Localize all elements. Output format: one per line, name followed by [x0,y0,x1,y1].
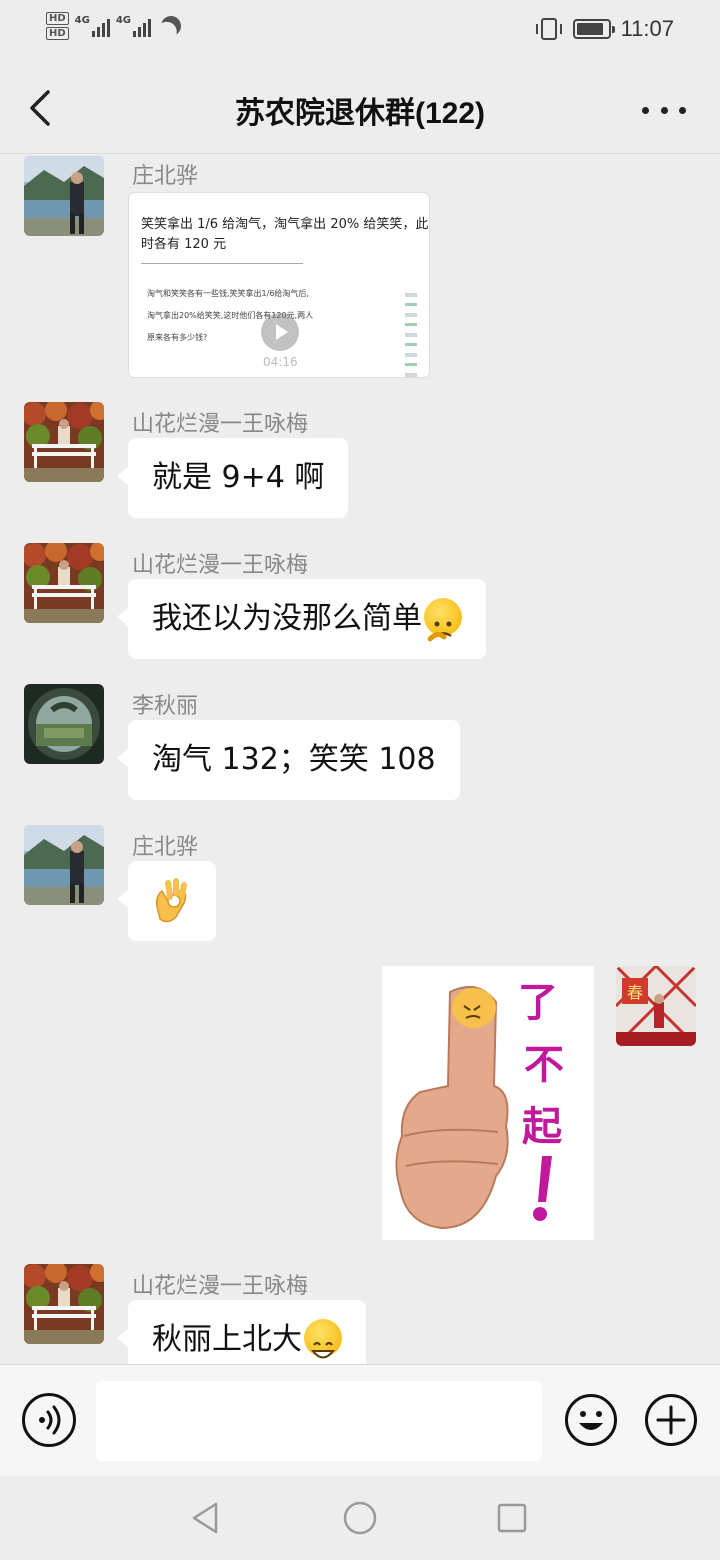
plus-icon [645,1394,697,1446]
network-type-1: 4G [74,15,90,26]
chat-header: 苏农院退休群(122) [0,62,720,154]
voice-button[interactable] [22,1393,76,1447]
sticker-message[interactable]: 了 不 起 [382,966,594,1240]
avatar-flowers-bench-image [24,402,104,482]
divider [141,263,303,264]
sender-name: 山花烂漫一王咏梅 [132,1274,309,1299]
sticker-char-2: 不 [524,1042,564,1088]
signal-1-icon: 4G [75,15,110,37]
triangle-back-icon [192,1502,218,1534]
sender-name: 庄北骅 [132,164,199,189]
more-functions-button[interactable] [644,1393,698,1447]
message-list[interactable]: 庄北骅 笑笑拿出 1/6 给淘气，淘气拿出 20% 给笑笑，此时各有 120 元… [0,154,720,1364]
voice-icon [39,1405,61,1435]
vibrate-icon [535,18,562,40]
avatar-flowers-bench-image [24,1264,104,1344]
network-type-2: 4G [115,15,132,26]
square-recents-icon [497,1503,527,1533]
chat-title: 苏农院退休群(122) [234,97,486,130]
video-question-line-3: 原来各有多少钱? [147,333,208,342]
sender-name: 庄北骅 [132,835,199,860]
avatar-flowers-bench-image [24,543,104,623]
grinning-face-emoji [304,1318,342,1358]
thumbs-up-sticker-image: 了 不 起 [382,966,594,1240]
emoji-button[interactable] [564,1393,618,1447]
input-bar [0,1364,720,1476]
avatar-li[interactable] [24,684,104,764]
avatar-circle-garden-image [24,684,104,764]
status-time: 11:07 [620,16,674,41]
video-thumbnail-strip [405,293,417,377]
sticker-char-3: 起 [522,1104,563,1150]
message-text: 淘气 132；笑笑 108 [152,742,436,777]
battery-icon [572,19,615,39]
message-bubble[interactable]: 我还以为没那么简单 [117,579,486,659]
sim2-hd-badge: HD [46,27,69,40]
ok-hand-emoji [155,878,187,923]
video-question-title: 笑笑拿出 1/6 给淘气，淘气拿出 20% 给笑笑，此时各有 120 元 [141,217,429,252]
nav-home-button[interactable] [342,1500,378,1536]
more-options-button[interactable] [642,92,686,128]
video-question-line-1: 淘气和笑笑各有一些钱,笑笑拿出1/6给淘气后, [147,289,309,298]
hd-indicators: HD HD [46,12,69,40]
video-question-body: 淘气和笑笑各有一些钱,笑笑拿出1/6给淘气后, 淘气拿出20%给笑笑,这时他们各… [147,283,347,349]
message-input[interactable] [96,1381,542,1461]
video-message[interactable]: 笑笑拿出 1/6 给淘气，淘气拿出 20% 给笑笑，此时各有 120 元 淘气和… [128,192,430,378]
avatar-zhuang[interactable] [24,156,104,236]
svg-text:春: 春 [627,983,643,1002]
status-right: 11:07 [535,16,674,42]
avatar-red-lanterns-image: 春 [616,966,696,1046]
sender-name: 山花烂漫一王咏梅 [132,553,309,578]
message-bubble[interactable] [117,861,216,941]
avatar-wang[interactable] [24,1264,104,1344]
sender-name: 山花烂漫一王咏梅 [132,412,309,437]
sim1-hd-badge: HD [46,12,69,25]
status-left: HD HD 4G 4G [46,12,181,40]
message-bubble[interactable]: 就是 9+4 啊 [116,438,349,518]
more-dots-icon [642,106,649,114]
message-text: 就是 9+4 啊 [152,460,325,495]
video-duration: 04:16 [263,355,298,369]
avatar-wang[interactable] [24,402,104,482]
message-bubble[interactable]: 秋丽上北大 [117,1300,366,1364]
sender-name: 李秋丽 [132,694,199,719]
message-text: 秋丽上北大 [152,1322,302,1357]
system-nav-bar [0,1476,720,1560]
smiley-icon [565,1394,617,1446]
sticker-char-1: 了 [518,980,558,1026]
do-not-disturb-moon-icon [158,13,184,39]
play-icon[interactable] [261,313,299,351]
avatar-landscape-image [24,825,104,905]
circle-home-icon [343,1501,377,1535]
signal-2-icon: 4G [115,15,152,37]
message-bubble[interactable]: 淘气 132；笑笑 108 [117,720,460,800]
nav-back-button[interactable] [188,1500,224,1536]
thinking-face-emoji [424,597,462,641]
my-avatar[interactable]: 春 [616,966,696,1046]
avatar-zhuang[interactable] [24,825,104,905]
message-text: 我还以为没那么简单 [152,601,422,636]
nav-recents-button[interactable] [494,1500,530,1536]
avatar-wang[interactable] [24,543,104,623]
video-question-line-2: 淘气拿出20%给笑笑,这时他们各有120元,两人 [147,311,314,320]
status-bar: HD HD 4G 4G 11:07 [0,0,720,62]
avatar-landscape-image [24,156,104,236]
